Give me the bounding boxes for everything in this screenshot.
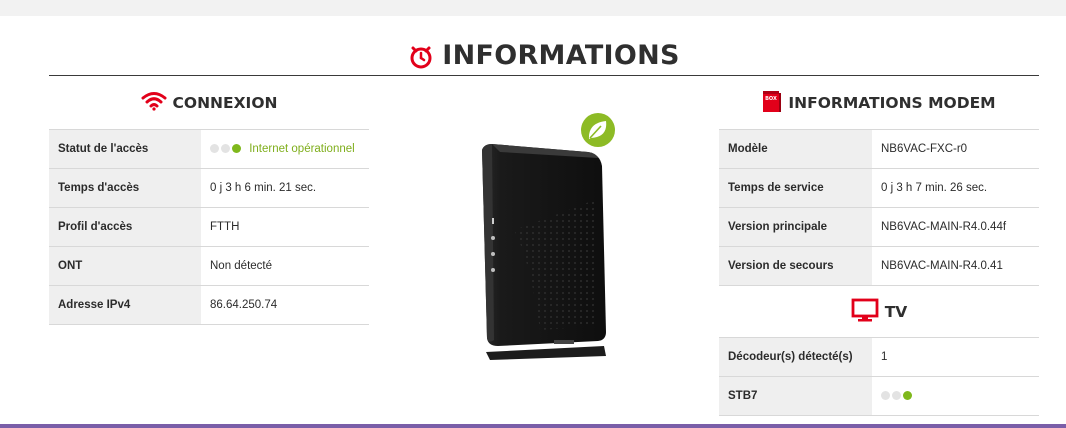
row-label: Adresse IPv4: [49, 285, 201, 325]
modem-table: Modèle NB6VAC-FXC-r0 Temps de service 0 …: [719, 129, 1039, 286]
row-label: Statut de l'accès: [49, 129, 201, 169]
table-row: Adresse IPv4 86.64.250.74: [49, 285, 369, 325]
status-dot-off: [892, 391, 901, 401]
row-label: ONT: [49, 246, 201, 286]
connexion-table: Statut de l'accès Internet opérationnel …: [49, 129, 369, 325]
status-dot-off: [881, 391, 890, 401]
status-text: Internet opérationnel: [249, 143, 355, 155]
stopwatch-icon: [408, 42, 434, 70]
status-indicator: [881, 391, 914, 401]
tv-title: TV: [884, 303, 908, 321]
row-label: Version de secours: [719, 246, 872, 286]
tv-header: TV: [719, 297, 1039, 327]
leaf-icon: [581, 113, 615, 147]
status-dot-on: [903, 391, 912, 401]
table-row: Version principale NB6VAC-MAIN-R4.0.44f: [719, 207, 1039, 247]
row-value: 86.64.250.74: [201, 285, 369, 325]
status-dot-off: [210, 144, 219, 154]
row-value: Internet opérationnel: [201, 129, 369, 169]
page-header: INFORMATIONS: [49, 36, 1039, 76]
table-row: Statut de l'accès Internet opérationnel: [49, 129, 369, 169]
row-value: [872, 376, 1039, 416]
top-bar: [0, 0, 1066, 16]
row-label: Temps d'accès: [49, 168, 201, 208]
table-row: Temps de service 0 j 3 h 7 min. 26 sec.: [719, 168, 1039, 208]
table-row: ONT Non détecté: [49, 246, 369, 286]
page-title: INFORMATIONS: [442, 40, 680, 71]
status-indicator: [210, 144, 243, 154]
row-value: 0 j 3 h 7 min. 26 sec.: [872, 168, 1039, 208]
row-value: 0 j 3 h 6 min. 21 sec.: [201, 168, 369, 208]
row-value: NB6VAC-FXC-r0: [872, 129, 1039, 169]
modem-header: BOX INFORMATIONS MODEM: [719, 88, 1039, 118]
row-label: Modèle: [719, 129, 872, 169]
row-label: Décodeur(s) détecté(s): [719, 337, 872, 377]
table-row: STB7: [719, 376, 1039, 416]
table-row: Modèle NB6VAC-FXC-r0: [719, 129, 1039, 169]
row-label: Version principale: [719, 207, 872, 247]
wifi-icon: [141, 91, 167, 116]
row-value: NB6VAC-MAIN-R4.0.44f: [872, 207, 1039, 247]
table-row: Temps d'accès 0 j 3 h 6 min. 21 sec.: [49, 168, 369, 208]
tv-icon: [851, 298, 879, 327]
modem-title: INFORMATIONS MODEM: [788, 94, 996, 112]
connexion-header: CONNEXION: [49, 88, 369, 118]
status-dot-on: [232, 144, 241, 154]
bottom-bar: [0, 424, 1066, 428]
status-dot-off: [221, 144, 230, 154]
table-row: Décodeur(s) détecté(s) 1: [719, 337, 1039, 377]
tv-table: Décodeur(s) détecté(s) 1 STB7: [719, 337, 1039, 416]
row-label: STB7: [719, 376, 872, 416]
row-value: NB6VAC-MAIN-R4.0.41: [872, 246, 1039, 286]
row-value: 1: [872, 337, 1039, 377]
table-row: Profil d'accès FTTH: [49, 207, 369, 247]
row-value: FTTH: [201, 207, 369, 247]
box-icon: BOX: [762, 89, 782, 118]
row-label: Temps de service: [719, 168, 872, 208]
table-row: Version de secours NB6VAC-MAIN-R4.0.41: [719, 246, 1039, 286]
connexion-title: CONNEXION: [172, 94, 278, 112]
box-icon-text: BOX: [766, 96, 778, 102]
row-label: Profil d'accès: [49, 207, 201, 247]
row-value: Non détecté: [201, 246, 369, 286]
router-image: [470, 110, 620, 375]
